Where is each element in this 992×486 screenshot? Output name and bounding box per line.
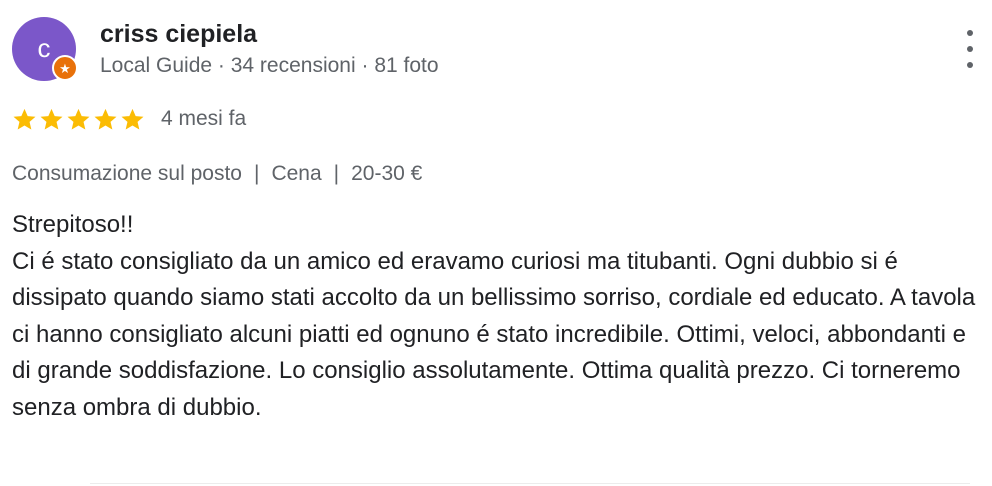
tag-price: 20-30 € [351, 162, 423, 185]
author-name[interactable]: criss ciepiela [100, 18, 439, 50]
review-body: Ci é stato consigliato da un amico ed er… [12, 247, 976, 421]
avatar[interactable]: c ★ [12, 17, 78, 81]
tag-service: Consumazione sul posto [12, 162, 242, 185]
tag-separator: | [253, 162, 260, 185]
divider [90, 483, 970, 484]
star-icon [67, 108, 90, 130]
rating-row: 4 mesi fa [12, 104, 246, 134]
star-rating [12, 107, 147, 132]
star-icon [40, 108, 63, 130]
more-vert-icon-dot [967, 46, 973, 52]
tag-meal: Cena [271, 162, 322, 185]
review-time: 4 mesi fa [161, 107, 247, 130]
avatar-letter: c [37, 32, 51, 63]
more-options-button[interactable] [956, 30, 984, 68]
more-vert-icon [967, 30, 973, 36]
more-vert-icon-dot [967, 62, 973, 68]
tag-separator: | [333, 162, 340, 185]
star-icon [94, 108, 117, 130]
review-header: c ★ criss ciepiela Local Guide · 34 rece… [12, 17, 439, 81]
review-text: Strepitoso!! Ci é stato consigliato da u… [12, 207, 987, 427]
review-card: c ★ criss ciepiela Local Guide · 34 rece… [0, 0, 992, 486]
author-block: criss ciepiela Local Guide · 34 recensio… [100, 18, 439, 81]
star-icon [13, 108, 36, 130]
author-meta[interactable]: Local Guide · 34 recensioni · 81 foto [100, 51, 439, 81]
local-guide-star-icon: ★ [52, 55, 78, 81]
review-title: Strepitoso!! [12, 211, 134, 238]
review-tags: Consumazione sul posto | Cena | 20-30 € [12, 158, 422, 190]
star-icon [121, 108, 144, 130]
